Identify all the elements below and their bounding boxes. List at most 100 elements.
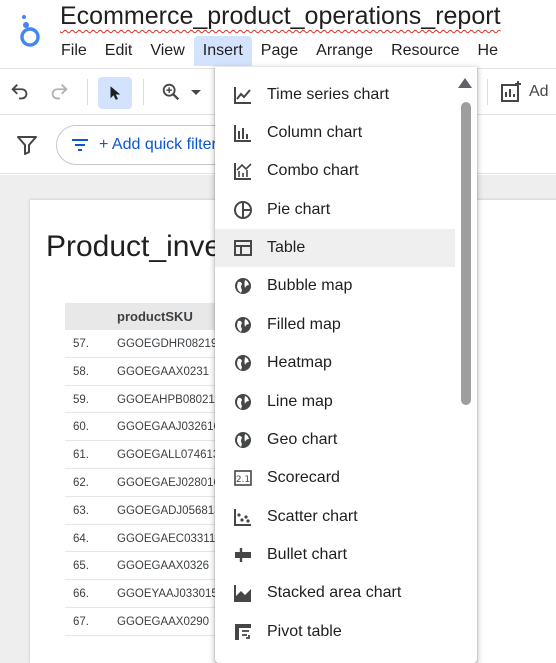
scorecard-icon: 2.1 — [234, 470, 252, 486]
bullet-chart-icon — [235, 548, 251, 562]
add-chart-icon — [501, 81, 521, 102]
row-number: 61. — [73, 449, 89, 462]
pie-chart-icon — [234, 201, 252, 219]
menu-item-label: Filled map — [267, 316, 341, 333]
row-sku: GGOEGAAX0231 — [117, 365, 210, 378]
toolbar-divider — [87, 79, 88, 105]
menu-item-column-chart[interactable]: Column chart — [215, 114, 455, 152]
combo-chart-icon — [234, 163, 252, 180]
globe-icon — [235, 432, 251, 448]
globe-icon — [235, 317, 251, 333]
table-icon — [234, 240, 252, 256]
globe-icon — [235, 394, 251, 410]
row-number: 57. — [73, 338, 89, 350]
select-button[interactable] — [98, 77, 132, 109]
menu-arrange[interactable]: Arrange — [307, 36, 382, 66]
looker-studio-logo-icon[interactable] — [17, 12, 45, 48]
globe-icon — [235, 355, 251, 371]
menu-view[interactable]: View — [141, 36, 193, 66]
row-sku: GGOEGAAX0290 — [117, 615, 210, 628]
zoom-dropdown-button[interactable] — [186, 77, 206, 107]
svg-text:2.1: 2.1 — [236, 475, 250, 485]
menu-item-label: Stacked area chart — [267, 584, 402, 601]
add-chart-label[interactable]: Ad — [529, 83, 549, 101]
menu-item-label: Bubble map — [267, 277, 353, 294]
menu-item-label: Line map — [267, 393, 333, 410]
menu-item-pivot-table[interactable]: Pivot table — [215, 613, 455, 651]
time-series-icon — [234, 87, 251, 104]
menu-item-combo-chart[interactable]: Combo chart — [215, 152, 455, 190]
menu-item-bubble-map[interactable]: Bubble map — [215, 267, 455, 305]
row-number: 60. — [73, 421, 89, 434]
add-quick-filter-label: + Add quick filter — [99, 136, 217, 153]
menu-item-label: Heatmap — [267, 354, 332, 371]
row-sku: GGOEAHPB080210 — [117, 393, 222, 406]
toolbar-divider — [143, 79, 144, 105]
menubar: File Edit View Insert Page Arrange Resou… — [52, 36, 507, 66]
row-number: 63. — [73, 504, 89, 517]
filter-button[interactable] — [16, 135, 38, 160]
menu-item-geo-chart[interactable]: Geo chart — [215, 421, 455, 459]
menu-item-label: Combo chart — [267, 162, 359, 179]
menu-scrollbar[interactable] — [461, 102, 471, 405]
menu-item-stacked-area-chart[interactable]: Stacked area chart — [215, 574, 455, 612]
menu-file[interactable]: File — [52, 36, 96, 66]
menu-item-label: Pivot table — [267, 623, 342, 640]
scroll-up-arrow-icon[interactable] — [458, 78, 472, 88]
menu-help[interactable]: He — [469, 36, 507, 66]
redo-button[interactable] — [44, 77, 74, 107]
menu-page[interactable]: Page — [252, 36, 307, 66]
menu-item-label: Time series chart — [267, 86, 390, 103]
row-sku: GGOEGAAJ032616 — [117, 421, 220, 434]
row-number: 58. — [73, 365, 89, 378]
menu-item-label: Pie chart — [267, 201, 331, 218]
row-number: 65. — [73, 560, 89, 573]
area-chart-icon — [234, 585, 251, 602]
filter-funnel-icon — [17, 136, 37, 155]
scatter-chart-icon — [234, 509, 251, 526]
menu-item-label: Bullet chart — [267, 546, 348, 563]
row-number: 67. — [73, 615, 89, 628]
menu-item-line-map[interactable]: Line map — [215, 383, 455, 421]
filter-lines-icon — [72, 139, 88, 151]
menu-item-heatmap[interactable]: Heatmap — [215, 344, 455, 382]
add-chart-button[interactable] — [496, 77, 526, 107]
menu-item-label: Geo chart — [267, 431, 338, 448]
menu-item-filled-map[interactable]: Filled map — [215, 306, 455, 344]
row-sku: GGOEGAEJ028016 — [117, 476, 220, 489]
undo-button[interactable] — [5, 77, 35, 107]
chevron-down-icon — [191, 90, 201, 95]
column-header-productsku[interactable]: productSKU — [117, 309, 193, 324]
row-number: 66. — [73, 588, 89, 601]
menu-item-scatter-chart[interactable]: Scatter chart — [215, 498, 455, 536]
menu-item-label: Scorecard — [267, 469, 340, 486]
undo-icon — [11, 84, 28, 100]
menu-item-table[interactable]: Table — [215, 229, 455, 267]
menu-item-label: Column chart — [267, 124, 363, 141]
redo-icon — [51, 84, 68, 100]
menu-item-label: Table — [267, 239, 306, 256]
menu-item-bullet-chart[interactable]: Bullet chart — [215, 536, 455, 574]
row-sku: GGOEGAAX0326 — [117, 560, 210, 573]
menu-item-pie-chart[interactable]: Pie chart — [215, 191, 455, 229]
menu-resource[interactable]: Resource — [382, 36, 468, 66]
zoom-button[interactable] — [156, 77, 186, 107]
menu-item-time-series-chart[interactable]: Time series chart — [215, 76, 455, 114]
document-title[interactable]: Ecommerce_product_operations_report — [60, 2, 501, 31]
row-sku: GGOEGDHR082199 — [117, 338, 224, 350]
menu-insert[interactable]: Insert — [193, 36, 252, 66]
select-pointer-icon — [110, 86, 121, 100]
menu-item-label: Scatter chart — [267, 508, 358, 525]
row-sku: GGOEGADJ056813 — [117, 504, 221, 517]
column-chart-icon — [234, 125, 251, 142]
menu-item-scorecard[interactable]: 2.1 Scorecard — [215, 459, 455, 497]
row-number: 62. — [73, 476, 89, 489]
zoom-icon — [162, 83, 180, 101]
menu-edit[interactable]: Edit — [96, 36, 142, 66]
pivot-table-icon — [235, 624, 251, 640]
row-sku: GGOEGALL074613 — [117, 449, 220, 462]
row-number: 59. — [73, 393, 89, 406]
row-sku: GGOEYAAJ033015 — [117, 588, 218, 601]
insert-menu-dropdown: Time series chart Column chart Combo cha… — [215, 67, 477, 663]
toolbar-divider — [487, 79, 488, 105]
